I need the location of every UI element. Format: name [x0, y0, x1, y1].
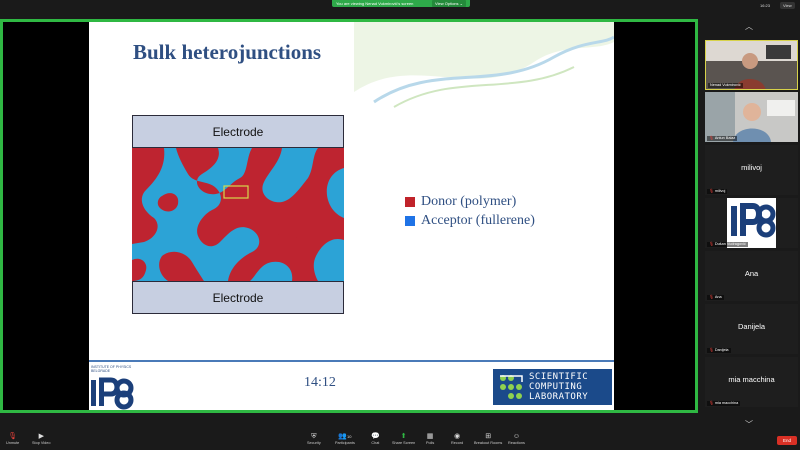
slide-title: Bulk heterojunctions [133, 40, 322, 64]
breakout-rooms-button[interactable]: ⊞ Breakout Rooms [474, 432, 502, 446]
security-button[interactable]: ⛨ Security [307, 432, 321, 446]
reactions-label: Reactions [508, 441, 525, 445]
scl-line: LABORATORY [529, 392, 589, 402]
meeting-toolbar: 🎙 Unmute ▶ Stop Video ⛨ Security 👥10 Par… [0, 431, 800, 450]
participant-display-name: Ana [744, 269, 759, 278]
stop-video-label: Stop Video [32, 441, 51, 445]
participants-button[interactable]: 👥10 Participants [335, 432, 355, 446]
scl-line: SCIENTIFIC [529, 372, 589, 382]
clock: 16:23 [760, 3, 771, 8]
stop-video-button[interactable]: ▶ Stop Video [32, 432, 51, 446]
end-meeting-button[interactable]: End [777, 436, 797, 445]
participant-tile[interactable]: 🎙Antun Balaz [705, 92, 798, 142]
chat-label: Chat [371, 441, 380, 445]
participant-name-text: Danijela [714, 348, 729, 352]
video-camera-icon: ▶ [38, 433, 44, 440]
scl-text: SCIENTIFIC COMPUTING LABORATORY [529, 372, 588, 402]
participant-name: 🎙mia macchina [707, 401, 741, 406]
people-icon: 👥10 [338, 433, 352, 440]
participant-tile[interactable]: Ana 🎙Ana [705, 251, 798, 301]
participant-name: 🎙milivoj [707, 189, 728, 194]
presentation-slide: Bulk heterojunctions Electrode Electrode [89, 22, 614, 410]
slide-header-decoration [354, 22, 614, 108]
security-label: Security [307, 441, 321, 445]
participant-tile[interactable]: 🎙Dušan Vudragović [705, 198, 798, 248]
participant-tile[interactable]: Nenad Vukmirović [705, 40, 798, 90]
ipb-logo [91, 377, 134, 410]
participant-tile[interactable]: Danijela 🎙Danijela [705, 304, 798, 354]
participant-name: 🎙Dušan Vudragović [707, 242, 748, 247]
participant-tile[interactable]: mia macchina 🎙mia macchina [705, 357, 798, 407]
acceptor-swatch [405, 215, 415, 226]
participant-tile[interactable]: milivoj 🎙milivoj [705, 145, 798, 195]
polls-label: Polls [426, 441, 435, 445]
share-screen-icon: ⬆ [400, 433, 407, 440]
participant-display-name: milivoj [741, 163, 762, 172]
chat-bubble-icon: 💬 [371, 433, 380, 440]
scl-logo: SCIENTIFIC COMPUTING LABORATORY [493, 369, 612, 405]
share-screen-button[interactable]: ⬆ Share Screen [392, 432, 415, 446]
blend-morphology-image [132, 148, 344, 281]
unmute-label: Unmute [6, 441, 20, 445]
share-banner-text: You are viewing Nenad Vukmirović's scree… [336, 1, 414, 6]
unmute-button[interactable]: 🎙 Unmute [6, 432, 19, 446]
legend: Donor (polymer) Acceptor (fullerene) [405, 192, 535, 230]
record-icon: ◉ [454, 433, 461, 440]
gallery-down-arrow-icon[interactable]: ﹀ [745, 419, 753, 430]
breakout-rooms-icon: ⊞ [485, 433, 492, 440]
participant-avatar [727, 198, 776, 248]
participant-name: 🎙Antun Balaz [707, 136, 738, 141]
legend-item-donor: Donor (polymer) [405, 192, 535, 211]
scl-line: COMPUTING [529, 382, 583, 392]
polls-icon: ▦ [426, 433, 434, 440]
participant-name-text: Ana [714, 295, 722, 299]
slide-footer: INSTITUTE OF PHYSICS BELGRADE 14:12 SCIE… [89, 363, 614, 410]
participant-video [705, 92, 798, 142]
reactions-button[interactable]: ☺ Reactions [508, 432, 525, 446]
scl-logo-mark [494, 370, 528, 404]
polls-button[interactable]: ▦ Polls [426, 432, 434, 446]
shared-screen: Bulk heterojunctions Electrode Electrode [0, 19, 698, 413]
participant-name: Nenad Vukmirović [708, 83, 743, 88]
view-options-button[interactable]: View Options ⌄ [432, 0, 466, 7]
participant-name-text: milivoj [714, 189, 726, 193]
participant-name-text: mia macchina [714, 401, 739, 405]
participants-label: Participants [335, 441, 355, 445]
participant-name-text: Antun Balaz [714, 136, 736, 140]
participant-display-name: mia macchina [728, 375, 775, 384]
legend-label: Acceptor (fullerene) [421, 212, 535, 228]
slide-clock: 14:12 [304, 375, 336, 390]
participant-name: 🎙Danijela [707, 348, 731, 353]
shield-icon: ⛨ [311, 433, 317, 440]
screen-share-banner: You are viewing Nenad Vukmirović's scree… [332, 0, 470, 7]
electrode-top: Electrode [132, 115, 344, 148]
footer-divider [89, 360, 614, 362]
legend-item-acceptor: Acceptor (fullerene) [405, 211, 535, 230]
record-button[interactable]: ◉ Record [451, 432, 463, 446]
chat-button[interactable]: 💬 Chat [371, 432, 380, 446]
smiley-icon: ☺ [512, 433, 521, 440]
share-screen-label: Share Screen [392, 441, 416, 445]
participant-name-text: Dušan Vudragović [714, 242, 746, 246]
participants-count: 10 [347, 434, 352, 439]
record-label: Record [451, 441, 464, 445]
legend-label: Donor (polymer) [421, 193, 517, 209]
zoom-meeting-window: You are viewing Nenad Vukmirović's scree… [0, 0, 800, 450]
mic-muted-icon: 🎙 [8, 433, 18, 440]
breakout-rooms-label: Breakout Rooms [474, 441, 503, 445]
donor-swatch [405, 196, 415, 207]
view-button[interactable]: View [780, 2, 795, 9]
electrode-bottom: Electrode [132, 281, 344, 314]
participant-display-name: Danijela [737, 322, 766, 331]
participant-name: 🎙Ana [707, 295, 724, 300]
gallery-up-arrow-icon[interactable]: ︿ [745, 21, 753, 32]
